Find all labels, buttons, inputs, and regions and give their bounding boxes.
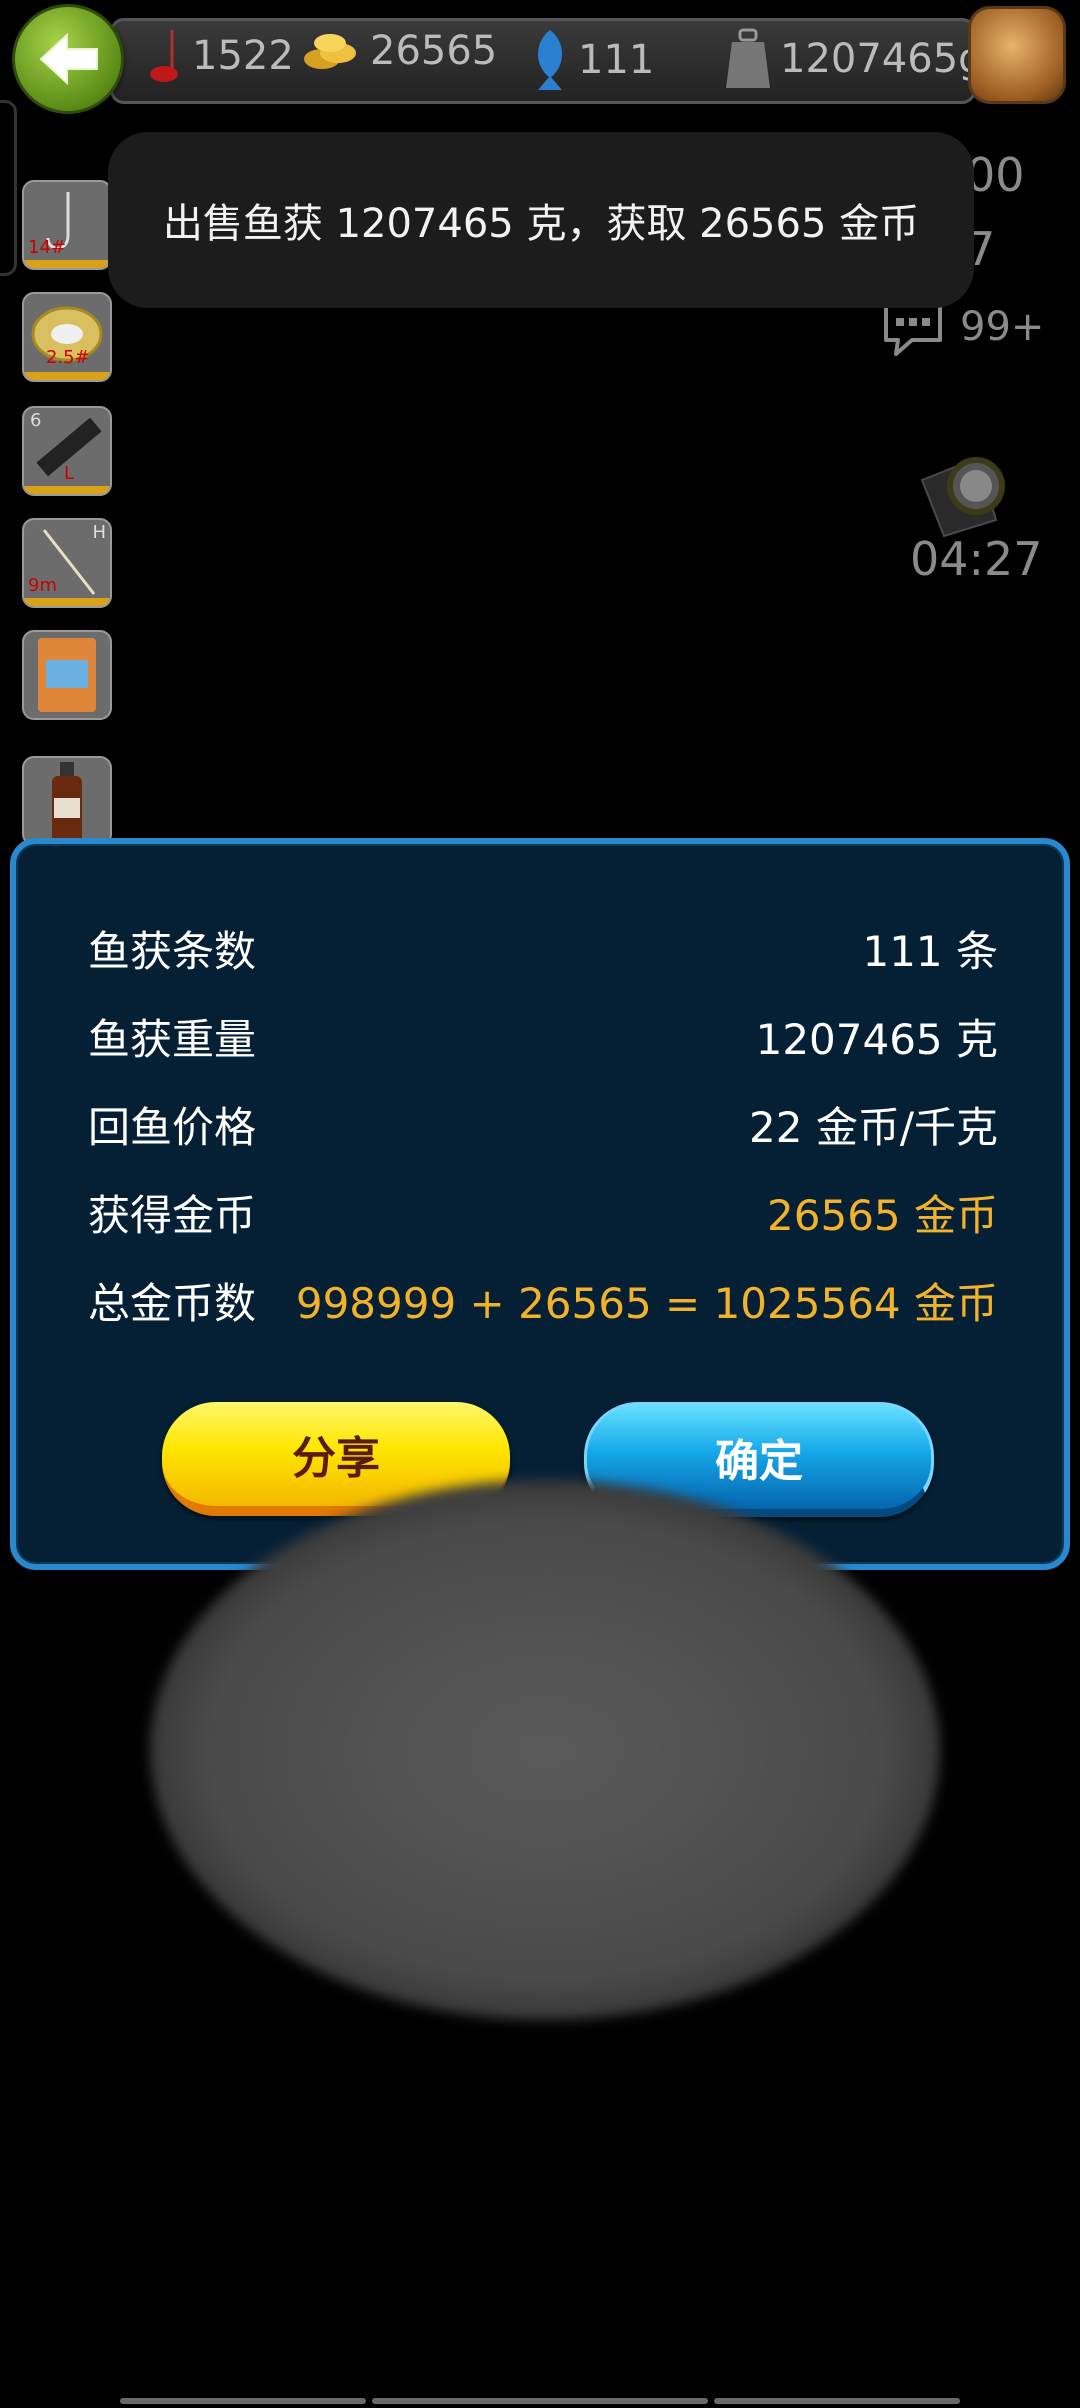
fish-weight-label: 鱼获重量 [88, 1015, 257, 1064]
coin-count-value: 26565 [370, 28, 498, 74]
price-label: 回鱼价格 [88, 1103, 257, 1152]
weight-icon [726, 28, 770, 88]
nav-indicator-left [120, 2398, 366, 2404]
timer: 04:27 [910, 532, 1043, 586]
float-grade: H [92, 522, 106, 543]
sale-toast: 出售鱼获 1207465 克，获取 26565 金币 [108, 132, 974, 308]
arrow-left-icon [39, 32, 98, 86]
float-length: 9m [28, 575, 57, 596]
partial-value-a: 00 [966, 148, 1025, 202]
toast-message: 出售鱼获 1207465 克，获取 26565 金币 [162, 201, 920, 247]
fish-count-value: 111 条 [862, 927, 998, 976]
nav-indicator-center [372, 2398, 708, 2404]
rod-segment: 6 [30, 410, 42, 431]
row-fish-weight: 鱼获重量 1207465 克 [88, 1006, 998, 1066]
float-icon [150, 30, 178, 82]
equip-bait[interactable] [22, 630, 112, 720]
rod-durability-bar [24, 486, 110, 494]
equip-float[interactable]: H 9m [22, 518, 112, 608]
price-value: 22 金币/千克 [749, 1103, 998, 1152]
nav-indicator-right [714, 2398, 960, 2404]
side-panel-handle[interactable] [0, 100, 17, 276]
fish-count-label: 鱼获条数 [88, 927, 257, 976]
back-button[interactable] [12, 4, 124, 114]
share-button-label: 分享 [292, 1433, 380, 1484]
weight-value: 1207465g [780, 36, 984, 82]
backpack-icon[interactable] [968, 6, 1066, 104]
sale-result-dialog: 鱼获条数 111 条 鱼获重量 1207465 克 回鱼价格 22 金币/千克 … [10, 838, 1070, 1570]
rod-hardness: L [64, 463, 75, 484]
row-total-coins: 总金币数 998999 + 26565 = 1025564 金币 [88, 1270, 998, 1330]
equip-bottle[interactable] [22, 756, 112, 846]
row-coins-earned: 获得金币 26565 金币 [88, 1182, 998, 1242]
fish-count: 111 [530, 28, 654, 92]
weight-total: 1207465g [724, 28, 984, 90]
coins-earned-value: 26565 金币 [767, 1191, 998, 1240]
total-coins-value: 998999 + 26565 = 1025564 金币 [295, 1279, 998, 1328]
bait-bag-icon [38, 638, 96, 712]
equip-rod[interactable]: 6 L [22, 406, 112, 496]
chat-icon[interactable] [882, 300, 944, 358]
confirm-button-label: 确定 [715, 1436, 803, 1487]
hook-size: 14# [28, 237, 66, 258]
coin-count: 26565 [302, 28, 497, 74]
fish-weight-value: 1207465 克 [755, 1015, 998, 1064]
row-fish-count: 鱼获条数 111 条 [88, 918, 998, 978]
bait-bottle-icon [52, 762, 82, 844]
coins-earned-label: 获得金币 [88, 1191, 257, 1240]
line-size: 2.5# [46, 347, 90, 368]
total-coins-label: 总金币数 [88, 1279, 257, 1328]
headlamp-icon[interactable] [918, 450, 1020, 540]
float-durability-bar [24, 598, 110, 606]
fish-icon [538, 30, 562, 90]
line-durability-bar [24, 372, 110, 380]
bait-count-value: 1522 [192, 33, 294, 79]
equip-line[interactable]: 2.5# [22, 292, 112, 382]
hook-durability-bar [24, 260, 110, 268]
bait-count: 1522 [146, 28, 294, 84]
fish-count-value: 111 [578, 37, 655, 83]
row-price: 回鱼价格 22 金币/千克 [88, 1094, 998, 1154]
chat-count[interactable]: 99+ [960, 304, 1044, 350]
water-light-spot [150, 1480, 940, 2020]
gold-coins-icon [304, 34, 356, 69]
equip-hook[interactable]: 14# [22, 180, 112, 270]
